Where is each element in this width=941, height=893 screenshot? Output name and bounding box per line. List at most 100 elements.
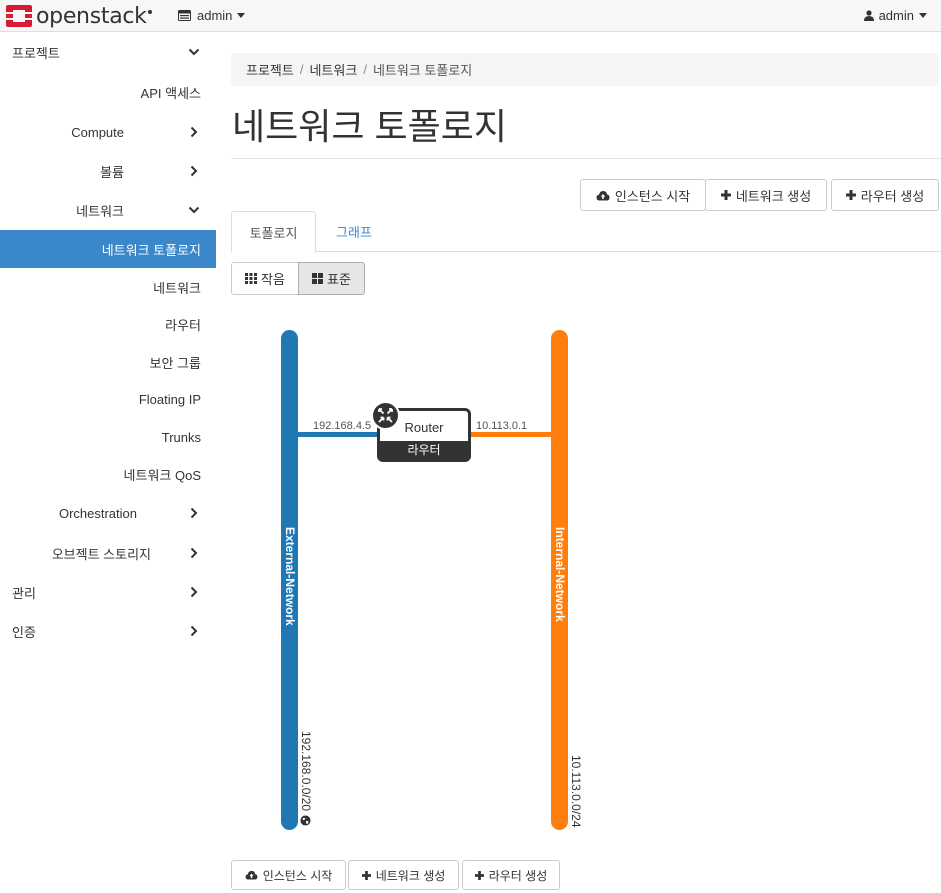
sidebar-item-label: API 액세스 [140,85,201,101]
chevron-right-icon [190,547,198,559]
chevron-right-icon [190,126,198,138]
th-large-icon [312,273,324,284]
view-size-toggle: 작음 표준 [231,262,366,295]
user-name: admin [878,8,914,23]
sidebar: 프로젝트 API 액세스 Compute 볼륨 네트워크 네트워크 토폴로지 네… [0,33,216,893]
sidebar-item-label: Floating IP [138,391,201,407]
sidebar-item-label: 네트워크 QoS [123,467,201,483]
network-cidr-external: 192.168.0.0/20 [299,731,313,812]
breadcrumb: 프로젝트 / 네트워크 / 네트워크 토폴로지 [231,53,938,86]
brand-name: openstack [36,3,147,29]
create-network-button[interactable]: 네트워크 생성 [705,179,827,211]
chevron-right-icon [190,165,198,177]
create-network-button-bottom[interactable]: 네트워크 생성 [348,860,459,890]
small-view-label: 작음 [261,272,285,287]
sidebar-item-network-topology[interactable]: 네트워크 토폴로지 [0,230,216,268]
breadcrumb-network[interactable]: 네트워크 [309,60,357,79]
router-arrows-icon [371,401,400,430]
chevron-down-icon [188,48,200,56]
create-network-label: 네트워크 생성 [375,868,446,883]
sidebar-item-label: 라우터 [165,317,201,333]
launch-instance-button-bottom[interactable]: 인스턴스 시작 [231,860,346,890]
port-ip-external: 192.168.4.5 [313,420,372,432]
sidebar-item-label: 프로젝트 [12,45,60,61]
sidebar-item-compute[interactable]: Compute [0,113,216,151]
breadcrumb-separator: / [363,62,367,77]
sidebar-item-label: Compute [71,124,124,140]
create-network-label: 네트워크 생성 [735,188,812,204]
chevron-right-icon [190,625,198,637]
user-menu[interactable]: admin [863,8,927,23]
router-type-label: 라우터 [380,441,468,459]
port-link-internal [470,432,551,437]
openstack-logo-icon [6,5,32,27]
sidebar-item-label: 볼륨 [100,164,124,180]
tab-topology[interactable]: 토폴로지 [231,211,316,253]
create-router-label: 라우터 생성 [488,868,548,883]
plus-icon [845,190,856,200]
sidebar-item-networks[interactable]: 네트워크 [0,268,216,306]
user-icon [863,10,874,21]
sidebar-item-label: 보안 그룹 [149,355,201,371]
breadcrumb-separator: / [299,62,304,77]
create-router-button-bottom[interactable]: 라우터 생성 [462,860,560,890]
sidebar-item-project[interactable]: 프로젝트 [0,33,216,71]
network-bar-external[interactable] [281,330,298,830]
chevron-right-icon [190,586,198,598]
sidebar-item-label: 네트워크 [76,203,124,219]
port-link-external [298,432,378,437]
small-view-button[interactable]: 작음 [231,262,299,295]
sidebar-item-label: 오브젝트 스토리지 [51,546,151,562]
plus-icon [720,190,731,200]
normal-view-label: 표준 [327,272,351,287]
topology-tabs: 토폴로지 그래프 [231,211,941,253]
launch-instance-label: 인스턴스 시작 [262,868,333,883]
sidebar-item-object-storage[interactable]: 오브젝트 스토리지 [0,534,216,572]
title-divider [231,158,941,159]
sidebar-item-routers[interactable]: 라우터 [0,305,216,343]
sidebar-item-identity[interactable]: 인증 [0,612,216,650]
plus-icon [361,870,371,880]
plus-icon [474,870,484,880]
sidebar-item-api-access[interactable]: API 액세스 [0,73,216,111]
sidebar-item-label: 인증 [12,624,36,640]
tab-graph[interactable]: 그래프 [321,211,387,252]
chevron-right-icon [190,507,198,519]
chevron-down-icon [188,206,200,214]
caret-down-icon [919,13,927,18]
sidebar-item-label: 네트워크 토폴로지 [101,242,201,258]
cloud-upload-icon [245,870,258,880]
project-switcher[interactable]: admin [178,8,246,23]
sidebar-item-label: 네트워크 [153,280,201,296]
globe-icon [300,815,311,826]
top-navbar: openstack admin admin [0,0,941,32]
breadcrumb-project[interactable]: 프로젝트 [246,60,294,79]
breadcrumb-current: 네트워크 토폴로지 [372,63,473,78]
sidebar-item-orchestration[interactable]: Orchestration [0,494,216,532]
sidebar-item-trunks[interactable]: Trunks [0,418,216,456]
caret-down-icon [237,13,246,18]
sidebar-item-label: Trunks [161,429,201,445]
sidebar-item-security-groups[interactable]: 보안 그룹 [0,343,216,381]
network-bar-internal[interactable] [551,330,568,830]
launch-instance-button[interactable]: 인스턴스 시작 [580,179,706,211]
project-icon [178,10,191,21]
port-ip-internal: 10.113.0.1 [476,420,528,432]
sidebar-item-admin[interactable]: 관리 [0,573,216,611]
create-router-label: 라우터 생성 [860,188,925,204]
normal-view-button[interactable]: 표준 [298,262,365,295]
sidebar-item-label: 관리 [12,585,36,601]
brand[interactable]: openstack [5,3,152,29]
sidebar-item-floating-ip[interactable]: Floating IP [0,380,216,418]
sidebar-item-network-qos[interactable]: 네트워크 QoS [0,455,216,493]
sidebar-item-network[interactable]: 네트워크 [0,191,216,229]
sidebar-item-label: Orchestration [58,505,137,521]
th-icon [245,273,258,284]
project-name: admin [197,8,233,23]
cloud-upload-icon [596,190,610,201]
brand-dot [147,10,152,14]
launch-instance-label: 인스턴스 시작 [614,188,691,204]
create-router-button[interactable]: 라우터 생성 [831,179,939,211]
page-title: 네트워크 토폴로지 [232,106,507,147]
sidebar-item-volumes[interactable]: 볼륨 [0,152,216,190]
